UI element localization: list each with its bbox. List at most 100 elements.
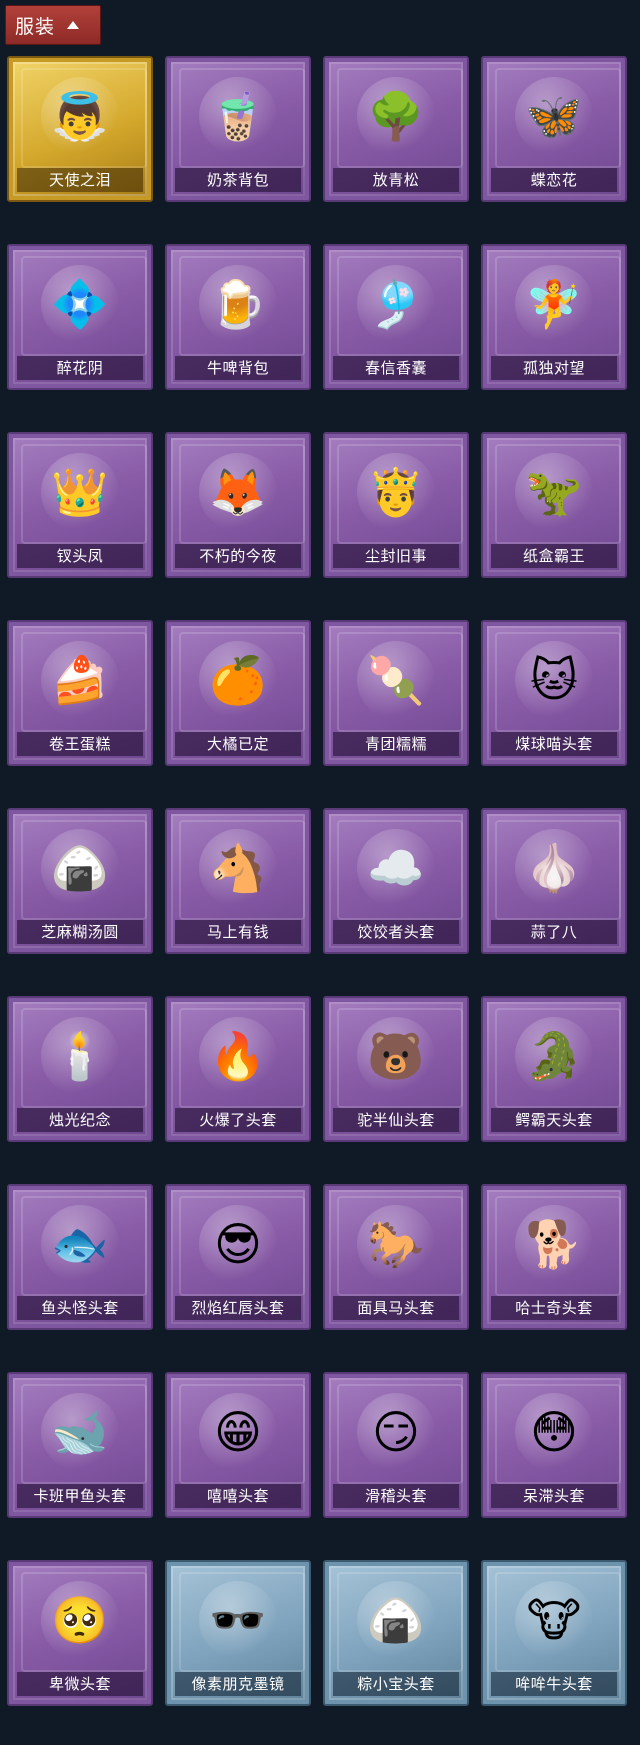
costume-card[interactable]: 🍡 青团糯糯: [323, 620, 469, 766]
costume-card[interactable]: 🍙 粽小宝头套: [323, 1560, 469, 1706]
costume-card[interactable]: 😳 呆滞头套: [481, 1372, 627, 1518]
costume-card[interactable]: 🥺 卑微头套: [7, 1560, 153, 1706]
costume-card[interactable]: 🍺 牛啤背包: [165, 244, 311, 390]
costume-card[interactable]: 😁 嘻嘻头套: [165, 1372, 311, 1518]
costume-card-label: 醉花阴: [17, 356, 143, 380]
fire-icon: 🔥: [199, 1017, 277, 1095]
costume-card[interactable]: 🍊 大橘已定: [165, 620, 311, 766]
costume-card-label: 卡班甲鱼头套: [17, 1484, 143, 1508]
costume-card[interactable]: 🐟 鱼头怪头套: [7, 1184, 153, 1330]
sachet-icon: 🎐: [357, 265, 435, 343]
costume-card[interactable]: 🐊 鳄霸天头套: [481, 996, 627, 1142]
dumpling-icon: 🍙: [41, 829, 119, 907]
costume-card-label: 哈士奇头套: [491, 1296, 617, 1320]
zongzi-icon: 🍙: [357, 1581, 435, 1659]
candle-icon: 🕯️: [41, 1017, 119, 1095]
costume-card-label: 卑微头套: [17, 1672, 143, 1696]
costume-card-label: 烛光纪念: [17, 1108, 143, 1132]
costume-category-button[interactable]: 服装: [5, 5, 101, 45]
costume-card[interactable]: 🎐 春信香囊: [323, 244, 469, 390]
costume-card[interactable]: 🦖 纸盒霸王: [481, 432, 627, 578]
category-label: 服装: [15, 15, 56, 38]
grin-emoji-icon: 😁: [199, 1393, 277, 1471]
costume-card[interactable]: 🐕 哈士奇头套: [481, 1184, 627, 1330]
costume-card-label: 粽小宝头套: [333, 1672, 459, 1696]
costume-card[interactable]: 🌳 放青松: [323, 56, 469, 202]
costume-card-label: 嘻嘻头套: [175, 1484, 301, 1508]
bear-glasses-icon: 🐻: [357, 1017, 435, 1095]
costume-card[interactable]: 🐴 马上有钱: [165, 808, 311, 954]
costume-card[interactable]: 🐱 煤球喵头套: [481, 620, 627, 766]
crown-doll-icon: 👑: [41, 453, 119, 531]
costume-card[interactable]: 🕯️ 烛光纪念: [7, 996, 153, 1142]
costume-card-label: 驼半仙头套: [333, 1108, 459, 1132]
costume-card[interactable]: 😏 滑稽头套: [323, 1372, 469, 1518]
cow-icon: 🐮: [515, 1581, 593, 1659]
costume-card[interactable]: 🧄 蒜了八: [481, 808, 627, 954]
costume-card[interactable]: 🦋 蝶恋花: [481, 56, 627, 202]
funny-emoji-icon: 😏: [357, 1393, 435, 1471]
item-grid: 👼 天使之泪 🧋 奶茶背包 🌳 放青松 🦋 蝶恋花 💠 醉花阴 🍺 牛啤背包 🎐 春信香囊 🧚 孤独对望 👑 钗头…: [7, 56, 627, 1706]
costume-card[interactable]: 👼 天使之泪: [7, 56, 153, 202]
costume-card-label: 煤球喵头套: [491, 732, 617, 756]
beer-barrel-icon: 🍺: [199, 265, 277, 343]
caret-up-icon: [67, 21, 80, 29]
doll-charm-icon: 🤴: [357, 453, 435, 531]
costume-card-label: 牛啤背包: [175, 356, 301, 380]
cloud-dumpling-icon: ☁️: [357, 829, 435, 907]
crocodile-icon: 🐊: [515, 1017, 593, 1095]
bonsai-icon: 🌳: [357, 77, 435, 155]
costume-card-label: 烈焰红唇头套: [175, 1296, 301, 1320]
costume-card[interactable]: 🐮 哞哞牛头套: [481, 1560, 627, 1706]
horse-mask-icon: 🐎: [357, 1205, 435, 1283]
husky-icon: 🐕: [515, 1205, 593, 1283]
costume-card-label: 大橘已定: [175, 732, 301, 756]
costume-card[interactable]: 🐻 驼半仙头套: [323, 996, 469, 1142]
costume-card[interactable]: 🦊 不朽的今夜: [165, 432, 311, 578]
costume-card[interactable]: 😎 烈焰红唇头套: [165, 1184, 311, 1330]
costume-card[interactable]: 🍙 芝麻糊汤圆: [7, 808, 153, 954]
stare-emoji-icon: 😳: [515, 1393, 593, 1471]
costume-card-label: 纸盒霸王: [491, 544, 617, 568]
costume-card-label: 芝麻糊汤圆: [17, 920, 143, 944]
costume-card[interactable]: 👑 钗头凤: [7, 432, 153, 578]
pixel-sunglasses-icon: 🕶️: [199, 1581, 277, 1659]
horse-icon: 🐴: [199, 829, 277, 907]
costume-card[interactable]: 🐎 面具马头套: [323, 1184, 469, 1330]
turtle-icon: 🐋: [41, 1393, 119, 1471]
flower-wreath-icon: 🦋: [515, 77, 593, 155]
costume-card-label: 饺饺者头套: [333, 920, 459, 944]
costume-card-label: 火爆了头套: [175, 1108, 301, 1132]
costume-card-label: 不朽的今夜: [175, 544, 301, 568]
costume-card-label: 鳄霸天头套: [491, 1108, 617, 1132]
costume-card-label: 奶茶背包: [175, 168, 301, 192]
costume-card-label: 青团糯糯: [333, 732, 459, 756]
figure-charm-icon: 🧚: [515, 265, 593, 343]
costume-card[interactable]: 🧋 奶茶背包: [165, 56, 311, 202]
costume-card-label: 滑稽头套: [333, 1484, 459, 1508]
costume-card-label: 哞哞牛头套: [491, 1672, 617, 1696]
roll-cake-icon: 🍰: [41, 641, 119, 719]
milk-tea-icon: 🧋: [199, 77, 277, 155]
flower-charm-icon: 💠: [41, 265, 119, 343]
costume-card[interactable]: 🤴 尘封旧事: [323, 432, 469, 578]
costume-card[interactable]: 🔥 火爆了头套: [165, 996, 311, 1142]
garlic-icon: 🧄: [515, 829, 593, 907]
orange-icon: 🍊: [199, 641, 277, 719]
costume-card-label: 尘封旧事: [333, 544, 459, 568]
costume-card-label: 卷王蛋糕: [17, 732, 143, 756]
rice-ball-icon: 🍡: [357, 641, 435, 719]
costume-card[interactable]: ☁️ 饺饺者头套: [323, 808, 469, 954]
costume-card-label: 马上有钱: [175, 920, 301, 944]
costume-card[interactable]: 🍰 卷王蛋糕: [7, 620, 153, 766]
costume-card-label: 孤独对望: [491, 356, 617, 380]
humble-emoji-icon: 🥺: [41, 1581, 119, 1659]
costume-card-label: 鱼头怪头套: [17, 1296, 143, 1320]
costume-card-label: 钗头凤: [17, 544, 143, 568]
costume-card[interactable]: 💠 醉花阴: [7, 244, 153, 390]
costume-card[interactable]: 🕶️ 像素朋克墨镜: [165, 1560, 311, 1706]
costume-card[interactable]: 🐋 卡班甲鱼头套: [7, 1372, 153, 1518]
costume-card[interactable]: 🧚 孤独对望: [481, 244, 627, 390]
costume-card-label: 春信香囊: [333, 356, 459, 380]
fox-cup-icon: 🦊: [199, 453, 277, 531]
